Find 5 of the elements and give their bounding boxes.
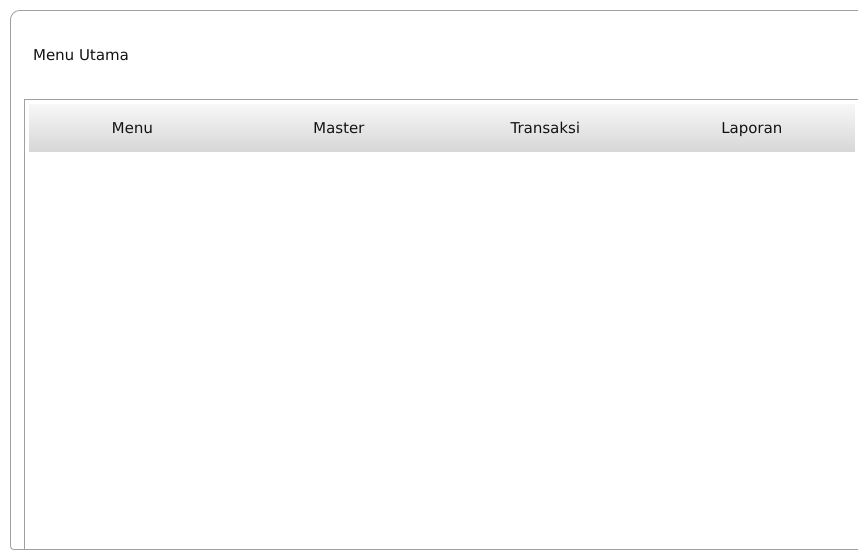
menu-item[interactable]: Master <box>236 104 442 152</box>
menu-item[interactable]: Menu <box>29 104 236 152</box>
menu-item[interactable]: Transaksi <box>442 104 648 152</box>
window-title: Menu Utama <box>33 45 130 66</box>
menu-item[interactable]: Laporan <box>648 104 855 152</box>
